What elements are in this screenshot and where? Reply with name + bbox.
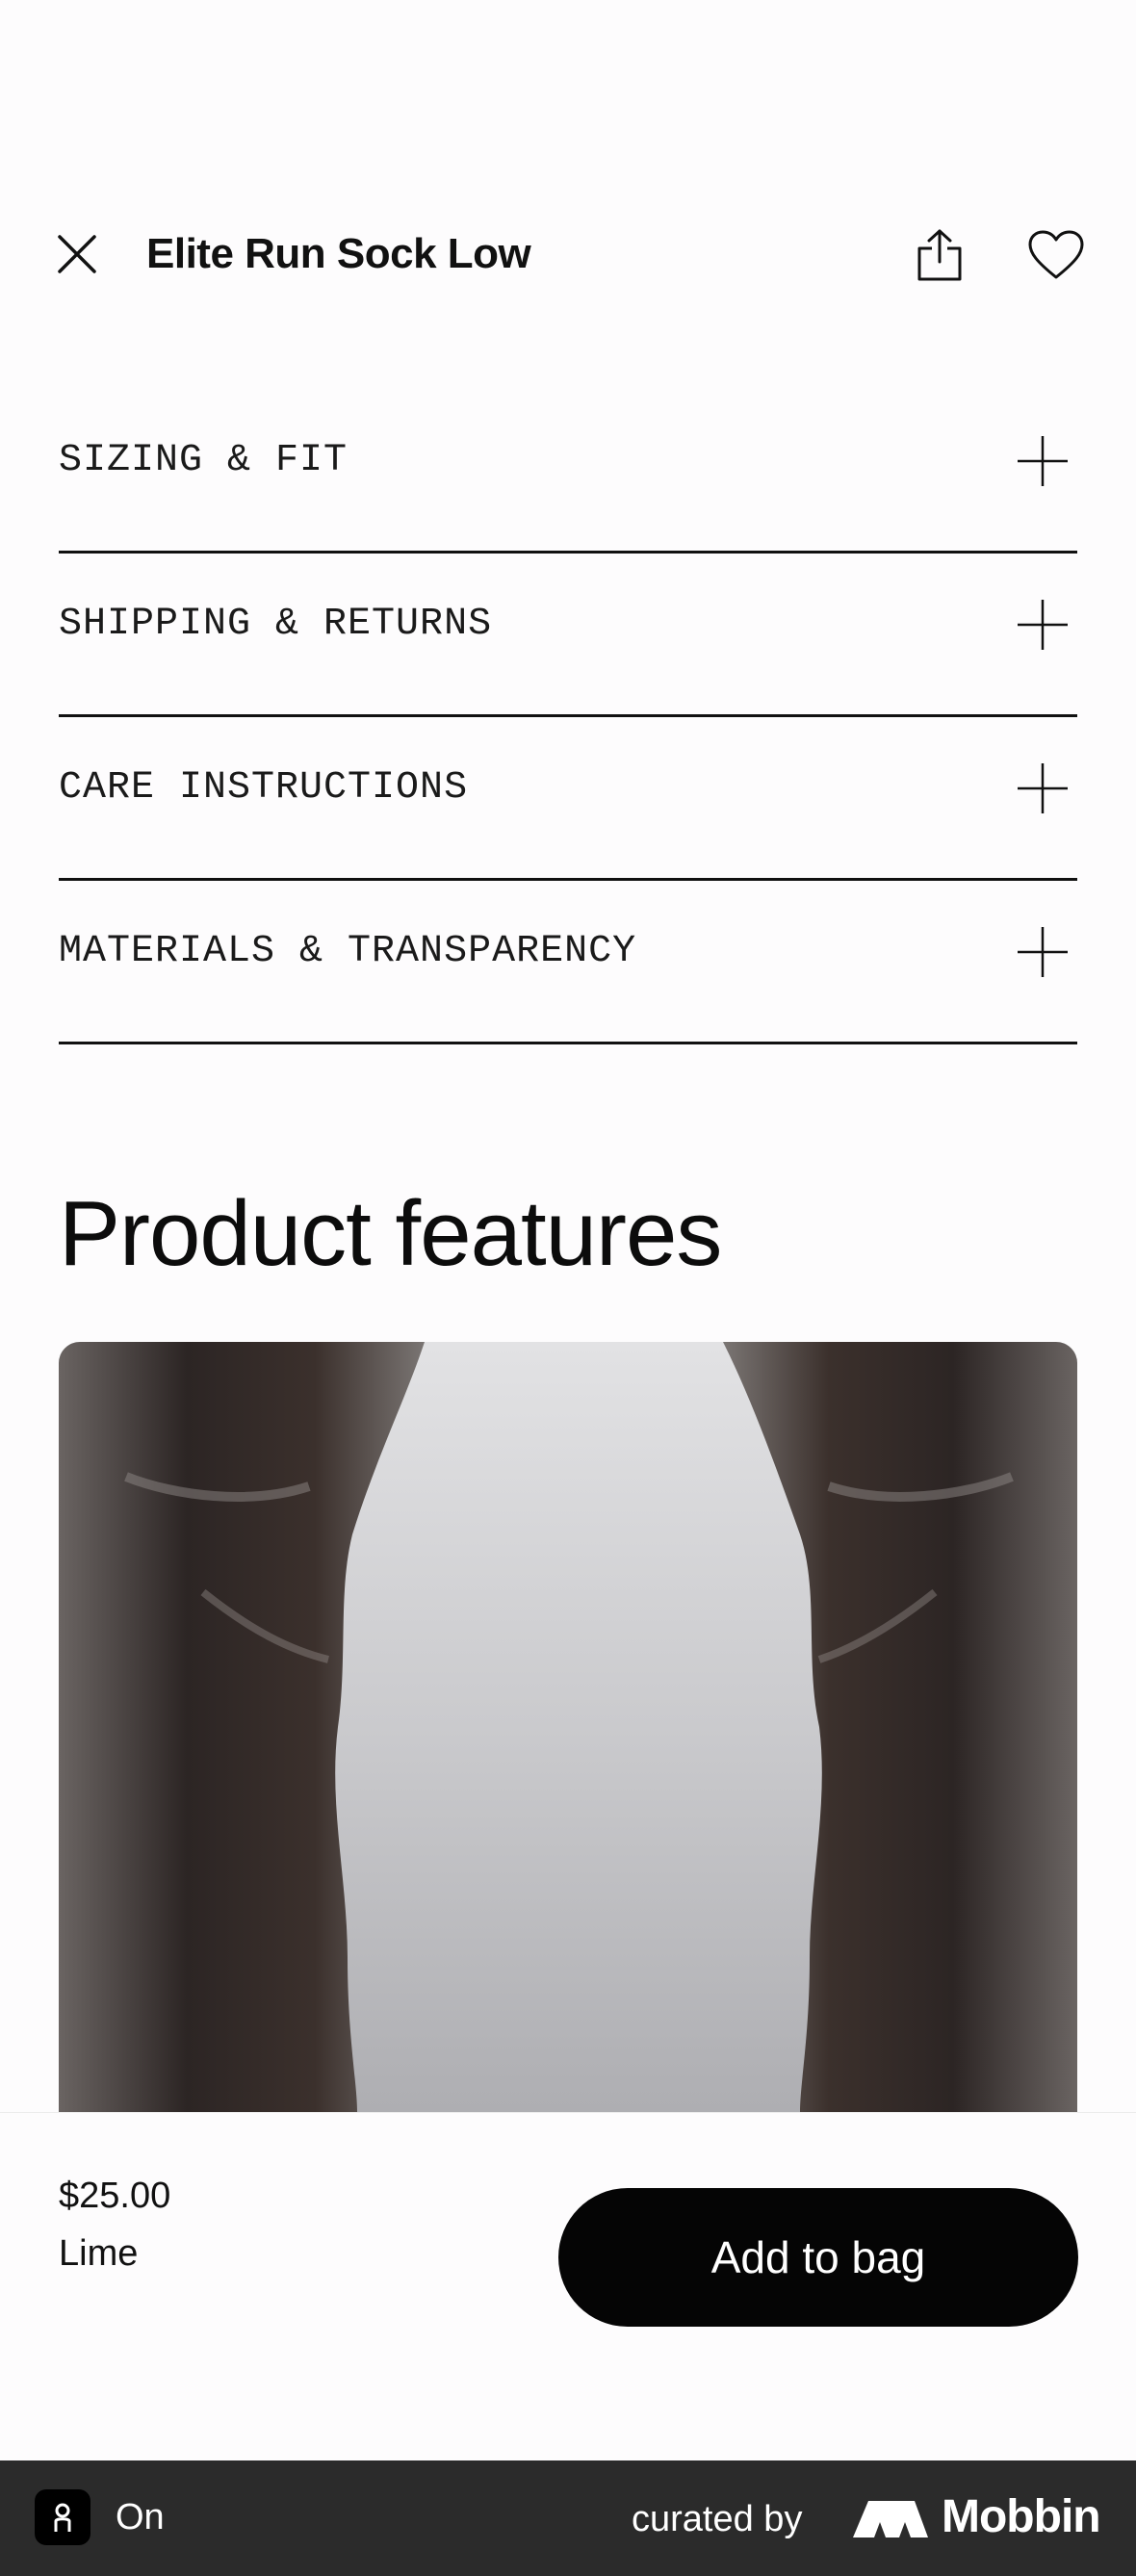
close-button[interactable] xyxy=(46,223,108,285)
favorite-button[interactable] xyxy=(1022,221,1090,289)
legs-photo xyxy=(59,1342,1077,2112)
product-feature-image xyxy=(59,1342,1077,2112)
mobbin-logo-icon xyxy=(853,2501,928,2537)
product-info-accordion: SIZING & FIT SHIPPING & RETURNS CARE INS… xyxy=(59,390,1077,1044)
brand-name: On xyxy=(116,2497,165,2537)
plus-icon xyxy=(1018,763,1068,813)
selected-color: Lime xyxy=(59,2233,139,2274)
accordion-item-care-instructions[interactable]: CARE INSTRUCTIONS xyxy=(59,717,1077,881)
product-detail-page: Elite Run Sock Low SIZING & FIT SHIPPING… xyxy=(0,0,1136,2576)
plus-icon xyxy=(1018,600,1068,650)
close-icon xyxy=(58,235,96,273)
plus-icon xyxy=(1018,927,1068,977)
accordion-label: MATERIALS & TRANSPARENCY xyxy=(59,930,637,973)
on-logo-icon xyxy=(35,2489,90,2545)
share-icon xyxy=(917,229,962,281)
accordion-item-sizing-fit[interactable]: SIZING & FIT xyxy=(59,390,1077,554)
accordion-label: CARE INSTRUCTIONS xyxy=(59,766,469,810)
section-title-product-features: Product features xyxy=(59,1182,722,1285)
accordion-item-materials-transparency[interactable]: MATERIALS & TRANSPARENCY xyxy=(59,881,1077,1044)
accordion-item-shipping-returns[interactable]: SHIPPING & RETURNS xyxy=(59,554,1077,717)
add-to-bag-button[interactable]: Add to bag xyxy=(558,2188,1078,2327)
product-price: $25.00 xyxy=(59,2176,171,2216)
heart-icon xyxy=(1028,230,1084,279)
share-button[interactable] xyxy=(909,221,970,289)
attribution-footer: On curated by Mobbin xyxy=(0,2460,1136,2576)
top-bar: Elite Run Sock Low xyxy=(0,202,1136,308)
curated-by-label: curated by xyxy=(632,2499,803,2539)
purchase-bar: $25.00 Lime Add to bag xyxy=(0,2112,1136,2461)
mobbin-wordmark: Mobbin xyxy=(942,2491,1101,2542)
accordion-label: SIZING & FIT xyxy=(59,439,349,482)
plus-icon xyxy=(1018,436,1068,486)
product-title: Elite Run Sock Low xyxy=(146,230,531,277)
accordion-label: SHIPPING & RETURNS xyxy=(59,603,493,646)
